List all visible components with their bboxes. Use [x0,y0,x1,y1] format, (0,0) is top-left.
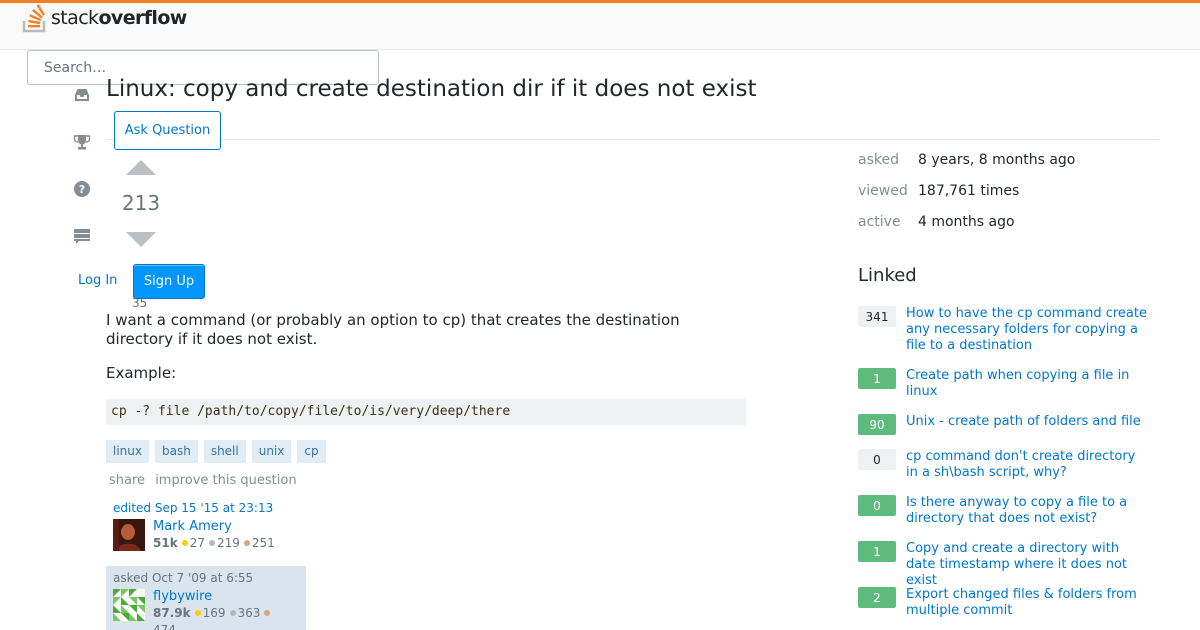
stack-logo-icon [22,4,46,33]
silver-badge-count: 219 [216,536,240,550]
help-icon[interactable]: ? [73,180,91,198]
stat-value[interactable]: 4 months ago [918,214,1015,245]
linked-score: 90 [858,414,896,435]
linked-item[interactable]: 0 cp command don't create directory in a… [858,449,1158,495]
logo-word-overflow: overflow [98,7,187,29]
linked-link[interactable]: cp command don't create directory in a s… [906,449,1151,481]
linked-score: 0 [858,495,896,516]
tag-linux[interactable]: linux [106,440,149,463]
silver-badge-count: 363 [237,606,261,620]
linked-link[interactable]: Export changed files & folders from mult… [906,587,1151,619]
linked-item[interactable]: 0 Is there anyway to copy a file to a di… [858,495,1158,541]
improve-question-link[interactable]: improve this question [155,473,296,488]
bronze-badge-icon [264,610,271,616]
linked-item[interactable]: 1 Copy and create a directory with date … [858,541,1158,589]
post-menu: share improve this question [109,473,303,488]
gold-badge-icon [181,540,188,546]
reputation-score: 51k [153,536,178,550]
asked-timestamp: asked Oct 7 '09 at 6:55 [113,571,254,585]
question-title[interactable]: Linux: copy and create destination dir i… [106,76,756,102]
linked-score: 341 [858,306,896,327]
stat-label: asked [858,152,899,168]
reputation-score: 87.9k [153,606,191,620]
signup-button[interactable]: Sign Up [133,264,205,299]
linked-score: 1 [858,368,896,389]
tag-cp[interactable]: cp [297,440,326,463]
linked-link[interactable]: How to have the cp command create any ne… [906,306,1151,354]
editor-signature: edited Sep 15 '15 at 23:13 Mark Amery 51… [106,500,306,560]
editor-name[interactable]: Mark Amery [153,519,275,535]
review-queue-icon[interactable] [73,227,91,245]
share-link[interactable]: share [109,473,145,488]
tag-shell[interactable]: shell [203,440,246,463]
stat-asked: asked 8 years, 8 months ago [858,152,1075,183]
logo-word-stack: stack [51,7,99,29]
linked-list: 341 How to have the cp command create an… [858,306,1158,630]
question-stats: asked 8 years, 8 months ago viewed 187,7… [858,152,1075,245]
avatar[interactable] [113,519,145,551]
body-paragraph: Example: [106,364,177,382]
tag-list: linux bash shell unix cp [106,440,326,463]
ask-question-button[interactable]: Ask Question [114,111,221,150]
logo-wordmark: stackoverflow [51,7,187,29]
silver-badge-icon [229,610,236,616]
stat-value: 187,761 times [918,183,1020,199]
trophy-icon[interactable] [73,133,91,151]
title-divider [106,139,1159,140]
avatar[interactable] [113,589,145,621]
linked-link[interactable]: Copy and create a directory with date ti… [906,541,1151,589]
tag-bash[interactable]: bash [154,440,198,463]
linked-link[interactable]: Is there anyway to copy a file to a dire… [906,495,1151,527]
svg-text:?: ? [79,183,85,196]
linked-item[interactable]: 341 How to have the cp command create an… [858,306,1158,368]
linked-link[interactable]: Unix - create path of folders and file [906,414,1151,430]
stat-label: viewed [858,183,908,199]
linked-score: 2 [858,587,896,608]
asker-reputation: 87.9k 169 363 474 [153,605,272,630]
stat-viewed: viewed 187,761 times [858,183,1075,214]
inbox-icon[interactable] [73,86,91,104]
asker-name[interactable]: flybywire [153,589,272,605]
stat-label: active [858,214,901,230]
body-paragraph: I want a command (or probably an option … [106,311,680,348]
stat-active: active 4 months ago [858,214,1075,245]
linked-heading: Linked [858,265,917,286]
linked-score: 0 [858,449,896,470]
bronze-badge-count: 474 [153,623,176,630]
gold-badge-icon [194,610,201,616]
bronze-badge-count: 251 [251,536,275,550]
site-header: stackoverflow [0,3,1200,50]
tag-unix[interactable]: unix [251,440,292,463]
question-body: I want a command (or probably an option … [106,311,726,398]
stat-value: 8 years, 8 months ago [918,152,1076,168]
asker-signature: asked Oct 7 '09 at 6:55 flybywire 87.9k 1… [106,566,306,630]
linked-link[interactable]: Create path when copying a file in linux [906,368,1151,400]
downvote-arrow-icon[interactable] [126,232,156,247]
linked-score: 1 [858,541,896,562]
vote-count: 213 [121,191,161,215]
login-link[interactable]: Log In [78,273,117,288]
linked-item[interactable]: 2 Export changed files & folders from mu… [858,587,1158,630]
upvote-arrow-icon[interactable] [126,160,156,175]
gold-badge-count: 27 [189,536,205,550]
linked-item[interactable]: 1 Create path when copying a file in lin… [858,368,1158,414]
editor-reputation: 51k 27 219 251 [153,535,275,552]
silver-badge-icon [208,540,215,546]
gold-badge-count: 169 [202,606,226,620]
code-block: cp -? file /path/to/copy/file/to/is/very… [106,399,746,425]
site-logo[interactable]: stackoverflow [22,3,187,33]
bronze-badge-icon [243,540,250,546]
edit-timestamp[interactable]: edited Sep 15 '15 at 23:13 [113,501,299,515]
linked-item[interactable]: 90 Unix - create path of folders and fil… [858,414,1158,449]
